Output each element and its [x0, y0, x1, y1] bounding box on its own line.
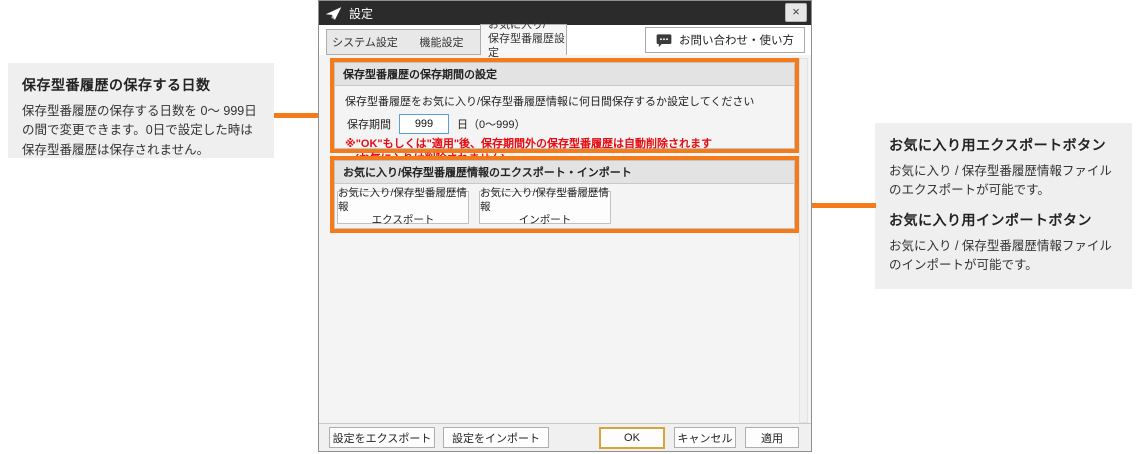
export-import-groupbox: お気に入り/保存型番履歴情報のエクスポート・インポート お気に入り/保存型番履歴… — [334, 160, 795, 229]
annotation-right: お気に入り用エクスポートボタン お気に入り / 保存型番履歴情報ファイルのエクス… — [875, 123, 1132, 289]
close-button[interactable]: × — [785, 3, 807, 22]
annotation-right-import-title: お気に入り用インポートボタン — [889, 210, 1118, 230]
window-title: 設定 — [349, 5, 373, 22]
export-settings-button[interactable]: 設定をエクスポート — [329, 427, 435, 448]
tab-system-settings[interactable]: システム設定 — [326, 29, 404, 55]
retention-days-input[interactable] — [399, 114, 449, 134]
dialog-footer: 設定をエクスポート 設定をインポート OK キャンセル 適用 — [319, 423, 811, 451]
speech-bubble-icon — [656, 34, 672, 47]
favorites-import-line2: インポート — [519, 214, 572, 228]
annotation-right-export-body: お気に入り / 保存型番履歴情報ファイルのエクスポートが可能です。 — [889, 162, 1118, 201]
contact-help-button[interactable]: お問い合わせ・使い方 — [645, 27, 805, 53]
annotation-right-import-body: お気に入り / 保存型番履歴情報ファイルのインポートが可能です。 — [889, 237, 1118, 276]
export-import-button-row: お気に入り/保存型番履歴情報 エクスポート お気に入り/保存型番履歴情報 インポ… — [335, 184, 794, 224]
export-import-header: お気に入り/保存型番履歴情報のエクスポート・インポート — [335, 161, 794, 184]
titlebar: 設定 × — [319, 1, 811, 25]
app-logo-icon — [325, 6, 342, 21]
tab-favorites-line2: 保存型番履歴設定 — [488, 33, 566, 61]
tab-content: 保存型番履歴の保存期間の設定 保存型番履歴をお気に入り/保存型番履歴情報に何日間… — [319, 55, 811, 423]
retention-groupbox: 保存型番履歴の保存期間の設定 保存型番履歴をお気に入り/保存型番履歴情報に何日間… — [334, 62, 795, 149]
cancel-button[interactable]: キャンセル — [674, 427, 736, 448]
retention-description: 保存型番履歴をお気に入り/保存型番履歴情報に何日間保存するか設定してください — [345, 93, 784, 109]
favorites-import-line1: お気に入り/保存型番履歴情報 — [480, 187, 610, 214]
tab-bar: システム設定 機能設定 お気に入り/ 保存型番履歴設定 お問い合わせ・使い方 — [319, 25, 811, 55]
annotation-left-body: 保存型番履歴の保存する日数を 0～ 999日の間で変更できます。0日で設定した時… — [22, 102, 260, 160]
annotation-right-export-title: お気に入り用エクスポートボタン — [889, 135, 1118, 155]
retention-warning-1: ※"OK"もしくは"適用"後、保存期間外の保存型番履歴は自動削除されます — [345, 137, 784, 152]
tab-favorites-history-settings[interactable]: お気に入り/ 保存型番履歴設定 — [480, 24, 567, 55]
retention-header: 保存型番履歴の保存期間の設定 — [335, 63, 794, 86]
page-canvas: 保存型番履歴の保存する日数 保存型番履歴の保存する日数を 0～ 999日の間で変… — [0, 0, 1140, 454]
favorites-export-line1: お気に入り/保存型番履歴情報 — [338, 187, 468, 214]
import-settings-button[interactable]: 設定をインポート — [443, 427, 549, 448]
retention-field-row: 保存期間 日（0～999） — [347, 114, 784, 134]
highlight-export-import-section: お気に入り/保存型番履歴情報のエクスポート・インポート お気に入り/保存型番履歴… — [330, 156, 799, 233]
annotation-left-title: 保存型番履歴の保存する日数 — [22, 75, 260, 95]
ok-button[interactable]: OK — [599, 427, 665, 449]
contact-help-label: お問い合わせ・使い方 — [679, 32, 794, 48]
retention-field-label: 保存期間 — [347, 116, 391, 132]
apply-button[interactable]: 適用 — [745, 427, 799, 448]
tab-function-settings[interactable]: 機能設定 — [403, 29, 481, 55]
favorites-import-button[interactable]: お気に入り/保存型番履歴情報 インポート — [479, 191, 611, 224]
retention-field-suffix: 日（0～999） — [457, 116, 525, 132]
settings-dialog: 設定 × システム設定 機能設定 お気に入り/ 保存型番履歴設定 お問い合わせ・… — [318, 0, 812, 452]
favorites-export-line2: エクスポート — [372, 214, 435, 228]
favorites-export-button[interactable]: お気に入り/保存型番履歴情報 エクスポート — [337, 191, 469, 224]
highlight-retention-section: 保存型番履歴の保存期間の設定 保存型番履歴をお気に入り/保存型番履歴情報に何日間… — [330, 58, 799, 153]
annotation-left: 保存型番履歴の保存する日数 保存型番履歴の保存する日数を 0～ 999日の間で変… — [8, 63, 274, 158]
scrollbar-track[interactable] — [799, 58, 808, 423]
tab-favorites-line1: お気に入り/ — [488, 19, 546, 33]
